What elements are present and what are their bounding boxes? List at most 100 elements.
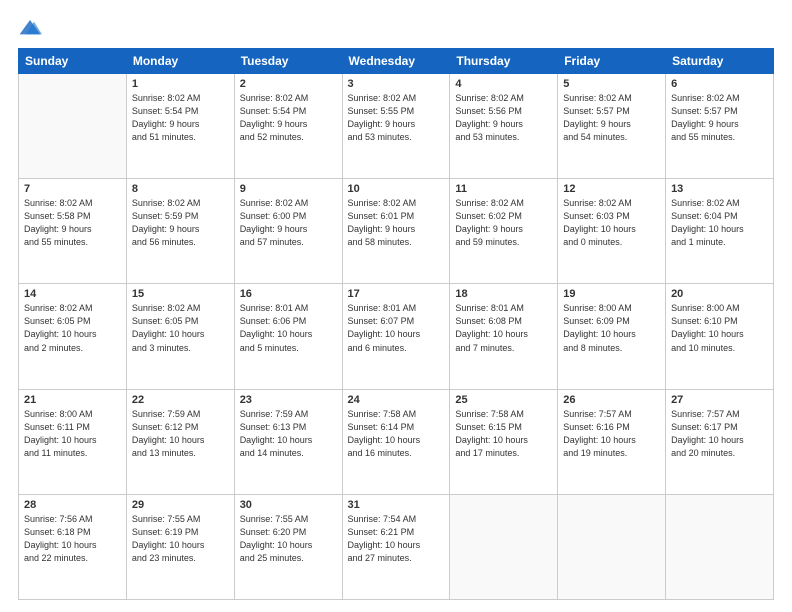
day-number: 10 — [348, 183, 445, 195]
calendar-cell: 19 Sunrise: 8:00 AM Sunset: 6:09 PM Dayli… — [558, 284, 666, 389]
day-info: Sunrise: 8:00 AM Sunset: 6:11 PM Dayligh… — [24, 408, 121, 460]
day-info: Sunrise: 8:02 AM Sunset: 5:55 PM Dayligh… — [348, 92, 445, 144]
calendar-cell: 31Sunrise: 7:54 AM Sunset: 6:21 PM Dayli… — [342, 494, 450, 599]
day-info: Sunrise: 8:02 AM Sunset: 6:02 PM Dayligh… — [455, 197, 552, 249]
day-number: 1 — [132, 78, 229, 90]
weekday-saturday: Saturday — [666, 49, 774, 74]
calendar-cell: 23Sunrise: 7:59 AM Sunset: 6:13 PM Dayli… — [234, 389, 342, 494]
week-row-4: 21 Sunrise: 8:00 AM Sunset: 6:11 PM Dayli… — [19, 389, 774, 494]
weekday-sunday: Sunday — [19, 49, 127, 74]
day-info: Sunrise: 7:58 AM Sunset: 6:14 PM Dayligh… — [348, 408, 445, 460]
day-info: Sunrise: 7:55 AM Sunset: 6:20 PM Dayligh… — [240, 513, 337, 565]
day-info: Sunrise: 8:02 AM Sunset: 5:56 PM Dayligh… — [455, 92, 552, 144]
day-info: Sunrise: 7:59 AM Sunset: 6:12 PM Dayligh… — [132, 408, 229, 460]
calendar-cell: 24Sunrise: 7:58 AM Sunset: 6:14 PM Dayli… — [342, 389, 450, 494]
day-number: 8 — [132, 183, 229, 195]
calendar-cell: 1 Sunrise: 8:02 AM Sunset: 5:54 PM Daylig… — [126, 74, 234, 179]
day-info: Sunrise: 8:01 AM Sunset: 6:07 PM Dayligh… — [348, 302, 445, 354]
day-info: Sunrise: 7:58 AM Sunset: 6:15 PM Dayligh… — [455, 408, 552, 460]
calendar-cell: 25 Sunrise: 7:58 AM Sunset: 6:15 PM Dayli… — [450, 389, 558, 494]
weekday-friday: Friday — [558, 49, 666, 74]
day-info: Sunrise: 8:02 AM Sunset: 6:00 PM Dayligh… — [240, 197, 337, 249]
weekday-thursday: Thursday — [450, 49, 558, 74]
calendar-cell: 29Sunrise: 7:55 AM Sunset: 6:19 PM Dayli… — [126, 494, 234, 599]
day-number: 19 — [563, 288, 660, 300]
weekday-wednesday: Wednesday — [342, 49, 450, 74]
calendar-cell: 5 Sunrise: 8:02 AM Sunset: 5:57 PM Daylig… — [558, 74, 666, 179]
calendar-cell: 13 Sunrise: 8:02 AM Sunset: 6:04 PM Dayli… — [666, 179, 774, 284]
day-info: Sunrise: 8:02 AM Sunset: 5:54 PM Dayligh… — [132, 92, 229, 144]
day-number: 18 — [455, 288, 552, 300]
calendar-cell: 18 Sunrise: 8:01 AM Sunset: 6:08 PM Dayli… — [450, 284, 558, 389]
week-row-2: 7 Sunrise: 8:02 AM Sunset: 5:58 PM Daylig… — [19, 179, 774, 284]
day-info: Sunrise: 8:00 AM Sunset: 6:10 PM Dayligh… — [671, 302, 768, 354]
week-row-1: 1 Sunrise: 8:02 AM Sunset: 5:54 PM Daylig… — [19, 74, 774, 179]
day-number: 4 — [455, 78, 552, 90]
calendar-cell: 27Sunrise: 7:57 AM Sunset: 6:17 PM Dayli… — [666, 389, 774, 494]
calendar-cell: 2Sunrise: 8:02 AM Sunset: 5:54 PM Daylig… — [234, 74, 342, 179]
day-number: 3 — [348, 78, 445, 90]
week-row-3: 14 Sunrise: 8:02 AM Sunset: 6:05 PM Dayli… — [19, 284, 774, 389]
day-number: 25 — [455, 394, 552, 406]
calendar-cell: 17 Sunrise: 8:01 AM Sunset: 6:07 PM Dayli… — [342, 284, 450, 389]
day-number: 30 — [240, 499, 337, 511]
day-number: 9 — [240, 183, 337, 195]
calendar-cell: 16 Sunrise: 8:01 AM Sunset: 6:06 PM Dayli… — [234, 284, 342, 389]
day-info: Sunrise: 8:01 AM Sunset: 6:08 PM Dayligh… — [455, 302, 552, 354]
day-info: Sunrise: 8:02 AM Sunset: 6:04 PM Dayligh… — [671, 197, 768, 249]
weekday-monday: Monday — [126, 49, 234, 74]
calendar-cell: 8 Sunrise: 8:02 AM Sunset: 5:59 PM Daylig… — [126, 179, 234, 284]
day-info: Sunrise: 7:59 AM Sunset: 6:13 PM Dayligh… — [240, 408, 337, 460]
day-info: Sunrise: 7:57 AM Sunset: 6:16 PM Dayligh… — [563, 408, 660, 460]
day-info: Sunrise: 8:02 AM Sunset: 5:57 PM Dayligh… — [671, 92, 768, 144]
calendar-cell: 26Sunrise: 7:57 AM Sunset: 6:16 PM Dayli… — [558, 389, 666, 494]
calendar-cell: 3 Sunrise: 8:02 AM Sunset: 5:55 PM Daylig… — [342, 74, 450, 179]
day-info: Sunrise: 8:02 AM Sunset: 6:01 PM Dayligh… — [348, 197, 445, 249]
day-number: 20 — [671, 288, 768, 300]
day-info: Sunrise: 8:02 AM Sunset: 5:57 PM Dayligh… — [563, 92, 660, 144]
day-number: 15 — [132, 288, 229, 300]
day-number: 6 — [671, 78, 768, 90]
day-info: Sunrise: 8:02 AM Sunset: 6:03 PM Dayligh… — [563, 197, 660, 249]
calendar-cell: 30 Sunrise: 7:55 AM Sunset: 6:20 PM Dayli… — [234, 494, 342, 599]
day-number: 13 — [671, 183, 768, 195]
day-number: 29 — [132, 499, 229, 511]
day-info: Sunrise: 8:00 AM Sunset: 6:09 PM Dayligh… — [563, 302, 660, 354]
calendar-cell: 12Sunrise: 8:02 AM Sunset: 6:03 PM Dayli… — [558, 179, 666, 284]
calendar-cell — [666, 494, 774, 599]
weekday-tuesday: Tuesday — [234, 49, 342, 74]
day-number: 22 — [132, 394, 229, 406]
calendar-cell: 14 Sunrise: 8:02 AM Sunset: 6:05 PM Dayli… — [19, 284, 127, 389]
day-number: 2 — [240, 78, 337, 90]
calendar-cell: 22 Sunrise: 7:59 AM Sunset: 6:12 PM Dayli… — [126, 389, 234, 494]
calendar-cell: 21 Sunrise: 8:00 AM Sunset: 6:11 PM Dayli… — [19, 389, 127, 494]
day-number: 5 — [563, 78, 660, 90]
day-number: 21 — [24, 394, 121, 406]
day-info: Sunrise: 8:02 AM Sunset: 5:59 PM Dayligh… — [132, 197, 229, 249]
calendar-cell — [450, 494, 558, 599]
calendar-cell: 15 Sunrise: 8:02 AM Sunset: 6:05 PM Dayli… — [126, 284, 234, 389]
day-info: Sunrise: 7:54 AM Sunset: 6:21 PM Dayligh… — [348, 513, 445, 565]
day-number: 27 — [671, 394, 768, 406]
day-number: 11 — [455, 183, 552, 195]
calendar-cell — [19, 74, 127, 179]
header — [18, 18, 774, 38]
calendar-cell: 9 Sunrise: 8:02 AM Sunset: 6:00 PM Daylig… — [234, 179, 342, 284]
week-row-5: 28Sunrise: 7:56 AM Sunset: 6:18 PM Dayli… — [19, 494, 774, 599]
weekday-header-row: SundayMondayTuesdayWednesdayThursdayFrid… — [19, 49, 774, 74]
calendar-cell — [558, 494, 666, 599]
day-info: Sunrise: 8:01 AM Sunset: 6:06 PM Dayligh… — [240, 302, 337, 354]
calendar-cell: 6 Sunrise: 8:02 AM Sunset: 5:57 PM Daylig… — [666, 74, 774, 179]
day-info: Sunrise: 8:02 AM Sunset: 5:58 PM Dayligh… — [24, 197, 121, 249]
day-number: 14 — [24, 288, 121, 300]
day-info: Sunrise: 8:02 AM Sunset: 6:05 PM Dayligh… — [24, 302, 121, 354]
day-number: 17 — [348, 288, 445, 300]
calendar-cell: 10 Sunrise: 8:02 AM Sunset: 6:01 PM Dayli… — [342, 179, 450, 284]
day-number: 16 — [240, 288, 337, 300]
page: SundayMondayTuesdayWednesdayThursdayFrid… — [0, 0, 792, 612]
calendar-cell: 28Sunrise: 7:56 AM Sunset: 6:18 PM Dayli… — [19, 494, 127, 599]
day-number: 7 — [24, 183, 121, 195]
logo-icon — [18, 18, 42, 38]
calendar-cell: 20 Sunrise: 8:00 AM Sunset: 6:10 PM Dayli… — [666, 284, 774, 389]
day-info: Sunrise: 8:02 AM Sunset: 6:05 PM Dayligh… — [132, 302, 229, 354]
